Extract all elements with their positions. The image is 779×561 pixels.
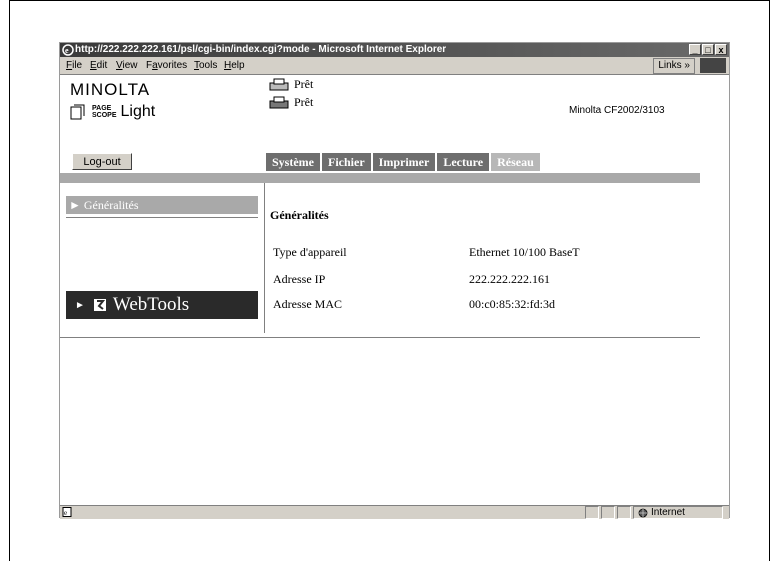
printer-icon <box>269 78 289 90</box>
windows-logo-icon <box>700 58 726 73</box>
content-divider <box>264 183 265 333</box>
maximize-button[interactable]: □ <box>702 44 714 55</box>
close-button[interactable]: x <box>715 44 727 55</box>
minolta-logo: MINOLTA <box>70 80 151 99</box>
label-device-type: Type d'appareil <box>273 245 347 259</box>
printer-model: Minolta CF2002/3103 <box>569 105 665 116</box>
tab-systeme[interactable]: Système <box>266 153 320 171</box>
status-panel <box>617 506 631 519</box>
printer-icon <box>269 96 289 108</box>
status-bar: e Internet <box>60 505 729 519</box>
status-panel <box>601 506 615 519</box>
menu-tools[interactable]: Tools <box>194 57 217 74</box>
logout-button[interactable]: Log-out <box>72 153 132 170</box>
links-button[interactable]: Links » <box>653 58 695 74</box>
webtools-link[interactable]: ► WebTools <box>66 291 258 319</box>
value-mac-address: 00:c0:85:32:fd:3d <box>469 297 555 311</box>
label-mac-address: Adresse MAC <box>273 297 342 311</box>
tab-lecture[interactable]: Lecture <box>437 153 490 171</box>
zone-panel: Internet <box>633 506 723 519</box>
tab-reseau[interactable]: Réseau <box>491 153 540 171</box>
value-ip-address: 222.222.222.161 <box>469 272 550 286</box>
printer-status-2: Prêt <box>268 95 313 110</box>
svg-text:e: e <box>65 46 69 55</box>
section-title: Généralités <box>270 208 329 222</box>
ie-logo-icon: e <box>62 44 74 56</box>
sidebar-item-generalites[interactable]: ► Généralités <box>66 196 258 214</box>
page-content: MINOLTA PAGE SCOPE Light Prêt Prêt Minolt… <box>60 75 729 505</box>
pagescope-icon <box>70 104 85 120</box>
globe-icon <box>638 508 648 517</box>
tab-imprimer[interactable]: Imprimer <box>372 153 436 171</box>
menu-edit[interactable]: Edit <box>90 57 107 74</box>
pagescope-logo: PAGE SCOPE Light <box>70 103 155 121</box>
title-bar: e http://222.222.222.161/psl/cgi-bin/ind… <box>60 43 729 57</box>
page-icon: e <box>62 507 72 517</box>
window-title: http://222.222.222.161/psl/cgi-bin/index… <box>75 44 447 55</box>
label-ip-address: Adresse IP <box>273 272 326 286</box>
tab-fichier[interactable]: Fichier <box>322 153 371 171</box>
browser-window: e http://222.222.222.161/psl/cgi-bin/ind… <box>59 42 730 519</box>
minimize-button[interactable]: _ <box>689 44 701 55</box>
menu-help[interactable]: Help <box>224 57 245 74</box>
page-bottom-divider <box>60 337 700 338</box>
menu-favorites[interactable]: Favorites <box>146 57 187 74</box>
menu-bar: File Edit View Favorites Tools Help Link… <box>60 57 729 75</box>
menu-file[interactable]: File <box>66 57 82 74</box>
main-tabs: Système Fichier Imprimer Lecture Réseau <box>266 153 540 171</box>
arrow-right-icon: ► <box>75 299 85 311</box>
value-device-type: Ethernet 10/100 BaseT <box>469 245 580 259</box>
header-divider <box>60 173 700 183</box>
sidebar-divider <box>66 217 258 218</box>
printer-status-1: Prêt <box>268 77 313 92</box>
menu-view[interactable]: View <box>116 57 138 74</box>
status-panel <box>585 506 599 519</box>
svg-text:e: e <box>64 509 67 517</box>
webtools-icon <box>93 299 106 311</box>
